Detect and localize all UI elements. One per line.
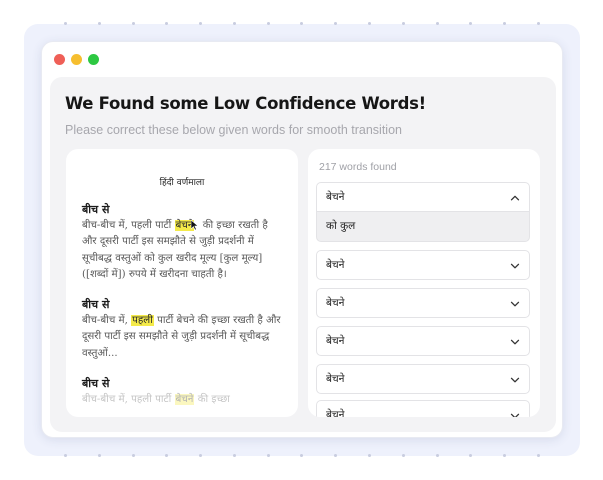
word-dropdown[interactable]: बेचने: [316, 250, 530, 280]
chevron-down-icon: [510, 413, 520, 417]
highlighted-word[interactable]: बेचने: [174, 394, 195, 406]
paragraph-body: बीच-बीच में, पहली पार्टी बेचने की इच्छा …: [82, 220, 268, 280]
dropdown-value: बेचने: [326, 191, 345, 203]
dropdown-value: बेचने: [326, 335, 345, 347]
chevron-down-icon: [510, 263, 520, 269]
chevron-down-icon: [510, 301, 520, 307]
app-window: We Found some Low Confidence Words! Plea…: [41, 41, 563, 438]
dropdown-value: बेचने: [326, 297, 345, 309]
window-controls: [54, 54, 99, 65]
paragraph-title: बीच से: [82, 298, 110, 312]
dropdown-value: बेचने: [326, 409, 345, 417]
paragraph-title: बीच से: [82, 203, 110, 216]
word-dropdown[interactable]: बेचने: [316, 326, 530, 356]
highlighted-word[interactable]: पहली: [131, 315, 154, 327]
dropdown-value: बेचने: [326, 259, 345, 271]
document-paragraph: बीच से बीच-बीच में, पहली पार्टी बेचने की…: [82, 202, 282, 283]
paragraph-title: बीच से: [82, 377, 110, 391]
word-dropdown[interactable]: बेचने: [316, 182, 530, 212]
document-preview[interactable]: हिंदी वर्णमाला बीच से बीच-बीच में, पहली …: [66, 149, 298, 417]
dot-pattern-bottom: [24, 454, 580, 457]
paragraph-body: बीच-बीच में, पहली पार्टी बेचने की इच्छा: [82, 394, 230, 406]
word-dropdown[interactable]: बेचने: [316, 288, 530, 318]
page-title: We Found some Low Confidence Words!: [65, 94, 426, 113]
minimize-window-button[interactable]: [71, 54, 82, 65]
paragraph-body: बीच-बीच में, पहली पार्टी बेचने की इच्छा …: [82, 315, 281, 359]
document-heading: हिंदी वर्णमाला: [159, 178, 205, 188]
chevron-down-icon: [510, 377, 520, 383]
words-count: 217 words found: [319, 161, 397, 173]
document-paragraph: बीच से बीच-बीच में, पहली पार्टी बेचने की…: [82, 297, 282, 362]
dot-pattern-top: [24, 22, 580, 25]
document-paragraph: बीच से बीच-बीच में, पहली पार्टी बेचने की…: [82, 376, 282, 408]
page-subtitle: Please correct these below given words f…: [65, 123, 402, 137]
chevron-down-icon: [510, 339, 520, 345]
word-dropdown[interactable]: बेचने: [316, 364, 530, 394]
low-confidence-words-panel[interactable]: 217 words found बेचने को कुल बेचने बेचने…: [308, 149, 540, 417]
maximize-window-button[interactable]: [88, 54, 99, 65]
content-panel: We Found some Low Confidence Words! Plea…: [50, 77, 556, 432]
word-dropdown[interactable]: बेचने: [316, 400, 530, 417]
dropdown-value: बेचने: [326, 373, 345, 385]
close-window-button[interactable]: [54, 54, 65, 65]
dropdown-option-label: को कुल: [326, 220, 356, 232]
chevron-up-icon: [510, 195, 520, 201]
dropdown-option[interactable]: को कुल: [316, 212, 530, 242]
